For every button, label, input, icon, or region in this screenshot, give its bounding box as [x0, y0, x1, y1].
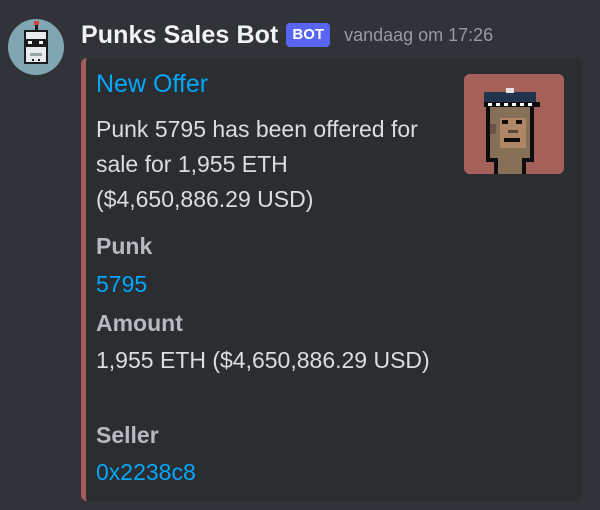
message-timestamp[interactable]: vandaag om 17:26: [344, 25, 493, 46]
message-header: Punks Sales Bot BOT vandaag om 17:26: [81, 17, 493, 53]
cryptopunk-thumbnail-icon[interactable]: [464, 74, 564, 174]
offer-embed: New Offer Punk 5795 has been offered for…: [81, 58, 583, 501]
field-value-seller-link[interactable]: 0x2238c8: [96, 454, 436, 491]
field-value-amount: 1,955 ETH ($4,650,886.29 USD): [96, 347, 430, 373]
field-value-punk-link[interactable]: 5795: [96, 266, 436, 303]
username[interactable]: Punks Sales Bot: [81, 21, 278, 50]
field-name-punk: Punk: [96, 233, 153, 259]
chat-message: Punks Sales Bot BOT vandaag om 17:26 New…: [0, 0, 600, 510]
embed-title: New Offer: [96, 70, 209, 98]
bot-avatar-icon[interactable]: [8, 19, 64, 75]
bot-badge: BOT: [286, 23, 331, 47]
field-name-amount: Amount: [96, 310, 183, 336]
embed-description: Punk 5795 has been offered for sale for …: [96, 116, 418, 212]
field-name-seller: Seller: [96, 422, 159, 448]
